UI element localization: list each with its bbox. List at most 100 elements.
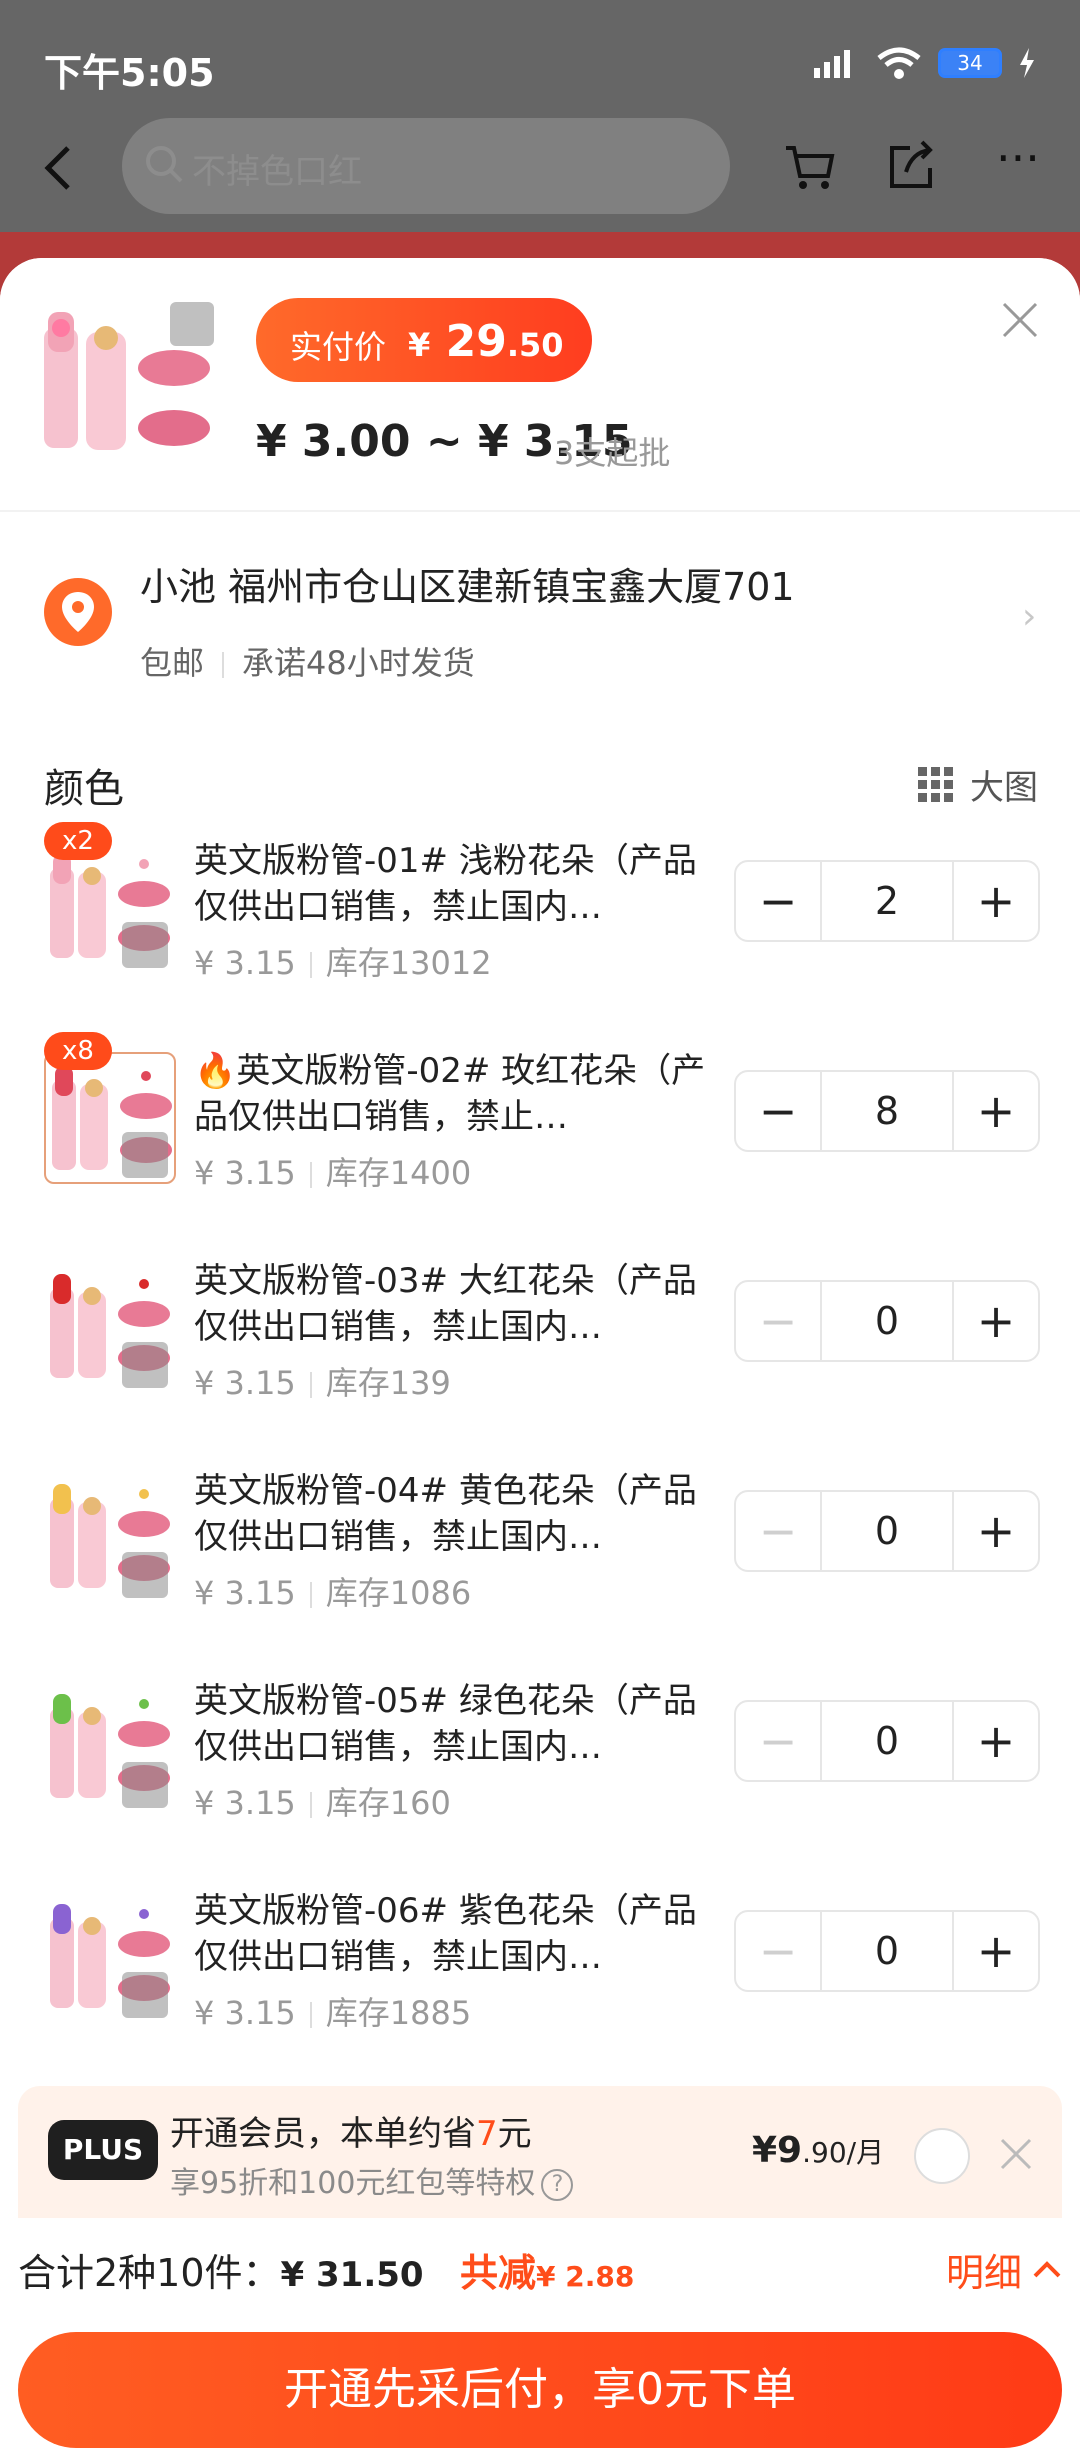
quantity-input[interactable]: 2 [820, 862, 954, 940]
quantity-input[interactable]: 0 [820, 1492, 954, 1570]
share-icon[interactable] [884, 138, 940, 194]
sku-stock: 库存1086 [325, 1574, 472, 1612]
help-icon[interactable]: ? [541, 2168, 574, 2201]
chevron-right-icon: › [1022, 596, 1037, 637]
sku-price: ¥ 3.15 [194, 1364, 296, 1402]
checkout-cta-button[interactable]: 开通先采后付，享0元下单 [18, 2332, 1062, 2448]
close-icon[interactable] [998, 298, 1042, 342]
expand-image-icon[interactable] [122, 1132, 168, 1178]
chevron-up-icon [1033, 2260, 1061, 2277]
sku-name: 英文版粉管-06# 紫色花朵（产品仅供出口销售，禁止国内… [194, 1891, 697, 1977]
back-button[interactable] [38, 140, 94, 196]
sku-price: ¥ 3.15 [194, 1154, 296, 1192]
sku-price: ¥ 3.15 [194, 1994, 296, 2032]
battery-icon: 34 [938, 48, 1002, 78]
quantity-stepper: − 0 + [734, 1490, 1040, 1572]
sku-row: 🔥英文版粉管-02# 玫红花朵（产品仅供出口销售，禁止… ¥ 3.15 库存140… [18, 1032, 1062, 1242]
sku-bottom-sheet: 实付价 ¥ 29.50 ¥ 3.00 ~ ¥ 3.15 3支起批 小池 福州市仓… [0, 258, 1080, 2460]
quantity-badge: x2 [44, 822, 112, 860]
increment-button[interactable]: + [954, 1072, 1038, 1150]
product-thumbnail[interactable] [34, 298, 218, 474]
increment-button[interactable]: + [954, 1282, 1038, 1360]
sku-row: 英文版粉管-05# 绿色花朵（产品仅供出口销售，禁止国内… ¥ 3.15 库存16… [18, 1662, 1062, 1872]
sku-stock: 库存13012 [325, 944, 492, 982]
quantity-input[interactable]: 0 [820, 1282, 954, 1360]
sku-meta: ¥ 3.15 库存13012 [194, 938, 492, 984]
search-icon [146, 146, 183, 183]
sku-name: 英文版粉管-04# 黄色花朵（产品仅供出口销售，禁止国内… [194, 1471, 697, 1557]
sku-name: 英文版粉管-03# 大红花朵（产品仅供出口销售，禁止国内… [194, 1261, 697, 1347]
quantity-stepper: − 0 + [734, 1700, 1040, 1782]
decrement-button[interactable]: − [736, 862, 820, 940]
sku-row: 英文版粉管-04# 黄色花朵（产品仅供出口销售，禁止国内… ¥ 3.15 库存10… [18, 1452, 1062, 1662]
cart-icon[interactable] [782, 138, 838, 194]
pill-label: 实付价 [290, 328, 387, 366]
expand-image-icon[interactable] [122, 1342, 168, 1388]
big-view-button[interactable]: 大图 [916, 760, 1038, 809]
quantity-badge: x8 [44, 1032, 112, 1070]
plus-title: 开通会员，本单约省7元 [170, 2114, 532, 2154]
status-bar: 下午5:05 34 [0, 0, 1080, 130]
sku-stock: 库存160 [325, 1784, 451, 1822]
decrement-button[interactable]: − [736, 1702, 820, 1780]
close-icon[interactable] [994, 2132, 1038, 2176]
increment-button[interactable]: + [954, 1912, 1038, 1990]
sku-price: ¥ 3.15 [194, 1784, 296, 1822]
sku-name: 🔥英文版粉管-02# 玫红花朵（产品仅供出口销售，禁止… [194, 1051, 706, 1137]
quantity-stepper: − 0 + [734, 1280, 1040, 1362]
sku-meta: ¥ 3.15 库存139 [194, 1358, 451, 1404]
grid-icon [918, 766, 953, 802]
decrement-button[interactable]: − [736, 1282, 820, 1360]
expand-image-icon[interactable] [122, 1762, 168, 1808]
color-section: 颜色 大图 英文版粉管-01# 浅粉花朵（产品仅供出口销售，禁止国内… ¥ 3.… [18, 726, 1062, 2126]
sku-price: ¥ 3.15 [194, 1574, 296, 1612]
signal-icon [814, 50, 850, 78]
search-input[interactable]: 不掉色口红 [122, 118, 730, 214]
quantity-input[interactable]: 0 [820, 1912, 954, 1990]
expand-image-icon[interactable] [122, 1552, 168, 1598]
total-amount: ¥ 31.50 [280, 2255, 424, 2295]
sku-meta: ¥ 3.15 库存160 [194, 1778, 451, 1824]
quantity-stepper: − 0 + [734, 1910, 1040, 1992]
plus-logo: PLUS [48, 2120, 158, 2180]
sku-row: 英文版粉管-01# 浅粉花朵（产品仅供出口销售，禁止国内… ¥ 3.15 库存13… [18, 822, 1062, 1032]
detail-button[interactable]: 明细 [946, 2242, 1062, 2297]
expand-image-icon[interactable] [122, 1972, 168, 2018]
plus-price: ¥9.90/月 [752, 2130, 885, 2171]
product-header: 实付价 ¥ 29.50 ¥ 3.00 ~ ¥ 3.15 3支起批 [0, 258, 1080, 508]
detail-label: 明细 [946, 2251, 1023, 2295]
status-icons: 34 [812, 46, 1036, 80]
increment-button[interactable]: + [954, 1492, 1038, 1570]
increment-button[interactable]: + [954, 1702, 1038, 1780]
quantity-input[interactable]: 0 [820, 1702, 954, 1780]
shipping-free: 包邮 [140, 644, 205, 682]
pill-price: ¥ 29.50 [408, 316, 564, 367]
quantity-stepper: − 8 + [734, 1070, 1040, 1152]
decrement-button[interactable]: − [736, 1912, 820, 1990]
quantity-stepper: − 2 + [734, 860, 1040, 942]
chevron-left-icon [44, 146, 70, 190]
color-section-title: 颜色 [44, 766, 124, 812]
expand-image-icon[interactable] [122, 922, 168, 968]
sku-name: 英文版粉管-05# 绿色花朵（产品仅供出口销售，禁止国内… [194, 1681, 697, 1767]
sku-price: ¥ 3.15 [194, 944, 296, 982]
expand-image-icon[interactable] [170, 302, 214, 346]
address-block[interactable]: 小池 福州市仓山区建新镇宝鑫大厦701 包邮 承诺48小时发货 › [0, 510, 1080, 710]
increment-button[interactable]: + [954, 862, 1038, 940]
decrement-button[interactable]: − [736, 1492, 820, 1570]
plus-membership-banner[interactable]: PLUS 开通会员，本单约省7元 享95折和100元红包等特权? ¥9.90/月 [18, 2086, 1062, 2222]
total-summary: 合计2种10件：¥ 31.50 [18, 2251, 424, 2295]
plus-select-radio[interactable] [914, 2128, 970, 2184]
quantity-input[interactable]: 8 [820, 1072, 954, 1150]
sku-stock: 库存1885 [325, 1994, 472, 2032]
decrement-button[interactable]: − [736, 1072, 820, 1150]
actual-price-pill: 实付价 ¥ 29.50 [256, 298, 592, 382]
sku-name: 英文版粉管-01# 浅粉花朵（产品仅供出口销售，禁止国内… [194, 841, 697, 927]
shipping-info: 包邮 承诺48小时发货 [140, 638, 475, 684]
discount-summary: 共减¥ 2.88 [460, 2251, 635, 2295]
charging-icon [1020, 48, 1034, 78]
more-icon[interactable]: ··· [996, 135, 1056, 194]
sku-meta: ¥ 3.15 库存1400 [194, 1148, 471, 1194]
plus-subtitle: 享95折和100元红包等特权? [170, 2158, 574, 2202]
sku-stock: 库存1400 [325, 1154, 472, 1192]
